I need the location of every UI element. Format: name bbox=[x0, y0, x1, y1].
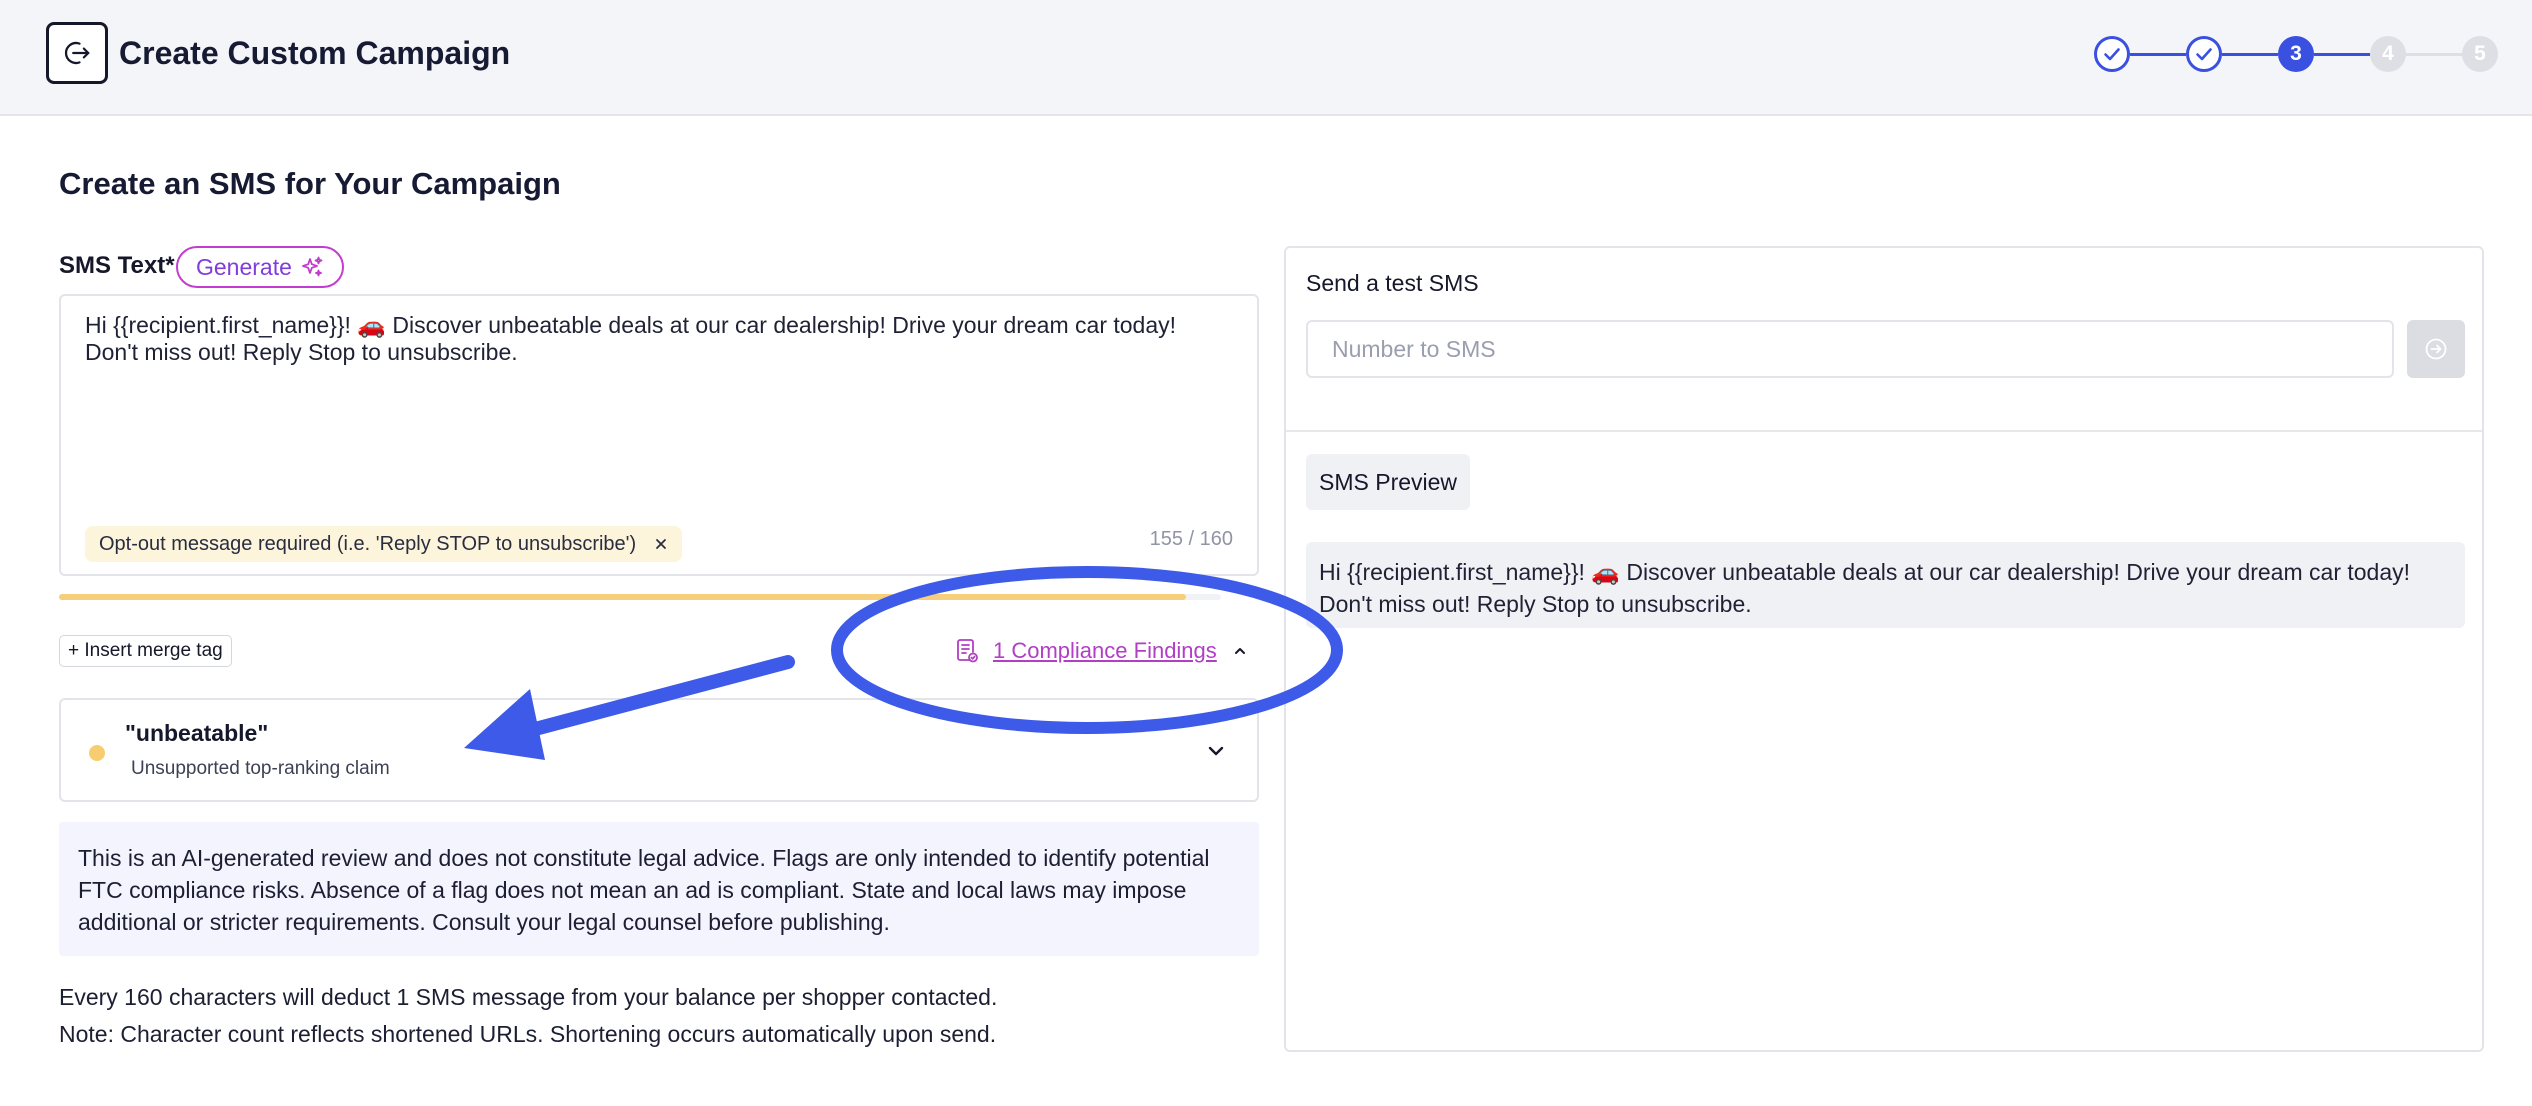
sms-text-content[interactable]: Hi {{recipient.first_name}}! 🚗 Discover … bbox=[85, 312, 1235, 366]
sms-preview-label: SMS Preview bbox=[1306, 454, 1471, 510]
back-button[interactable] bbox=[46, 22, 108, 84]
step-5[interactable]: 5 bbox=[2462, 36, 2498, 72]
sms-text-area[interactable]: Hi {{recipient.first_name}}! 🚗 Discover … bbox=[59, 294, 1259, 576]
compliance-findings-toggle[interactable]: 1 Compliance Findings bbox=[955, 633, 1249, 669]
section-title: Create an SMS for Your Campaign bbox=[59, 166, 561, 201]
chevron-up-icon[interactable] bbox=[1231, 642, 1249, 660]
optout-warning-chip: Opt-out message required (i.e. 'Reply ST… bbox=[85, 526, 683, 562]
exit-arrow-icon bbox=[64, 41, 90, 65]
close-icon[interactable] bbox=[654, 537, 668, 551]
expand-finding-button[interactable] bbox=[1201, 736, 1231, 766]
compliance-finding-card[interactable]: "unbeatable" Unsupported top-ranking cla… bbox=[59, 698, 1259, 802]
stepper-connector bbox=[2314, 53, 2370, 56]
step-1[interactable] bbox=[2094, 36, 2130, 72]
legal-disclaimer: This is an AI-generated review and does … bbox=[59, 822, 1259, 956]
url-shortening-note: Note: Character count reflects shortened… bbox=[59, 1021, 997, 1047]
finding-description: Unsupported top-ranking claim bbox=[131, 758, 390, 779]
top-bar: Create Custom Campaign 3 4 5 bbox=[0, 0, 2532, 116]
generate-label: Generate bbox=[196, 253, 292, 280]
send-test-sms-label: Send a test SMS bbox=[1306, 270, 1479, 296]
send-circle-icon bbox=[2425, 338, 2447, 360]
sms-preview-bubble: Hi {{recipient.first_name}}! 🚗 Discover … bbox=[1306, 542, 2465, 628]
compliance-document-icon bbox=[957, 639, 978, 663]
severity-dot bbox=[89, 745, 105, 761]
chevron-down-icon bbox=[1208, 746, 1224, 756]
step-3[interactable]: 3 bbox=[2278, 36, 2314, 72]
character-progress-fill bbox=[59, 594, 1187, 600]
check-icon bbox=[2104, 48, 2120, 61]
sms-cost-note: Every 160 characters will deduct 1 SMS m… bbox=[59, 984, 998, 1010]
compliance-findings-link[interactable]: 1 Compliance Findings bbox=[993, 638, 1217, 664]
generate-button[interactable]: Generate bbox=[176, 246, 344, 288]
step-2[interactable] bbox=[2186, 36, 2222, 72]
sparkle-icon bbox=[302, 256, 323, 277]
insert-merge-tag-button[interactable]: + Insert merge tag bbox=[59, 635, 232, 667]
stepper-connector bbox=[2406, 53, 2462, 56]
finding-term: "unbeatable" bbox=[125, 720, 269, 746]
optout-warning-text: Opt-out message required (i.e. 'Reply ST… bbox=[99, 532, 637, 555]
test-sms-panel: Send a test SMS SMS Preview Hi {{recipie… bbox=[1284, 246, 2484, 1052]
character-progress-bar bbox=[59, 594, 1221, 600]
sms-text-label: SMS Text* bbox=[59, 252, 175, 279]
stepper-connector bbox=[2130, 53, 2186, 56]
step-4[interactable]: 4 bbox=[2370, 36, 2406, 72]
character-count: 155 / 160 bbox=[1149, 528, 1233, 550]
test-number-input[interactable] bbox=[1306, 320, 2394, 378]
panel-divider bbox=[1286, 430, 2482, 432]
stepper-connector bbox=[2222, 53, 2278, 56]
page-title: Create Custom Campaign bbox=[119, 35, 511, 71]
check-icon bbox=[2196, 48, 2212, 61]
send-test-button[interactable] bbox=[2407, 320, 2465, 378]
progress-stepper: 3 4 5 bbox=[2094, 36, 2498, 72]
